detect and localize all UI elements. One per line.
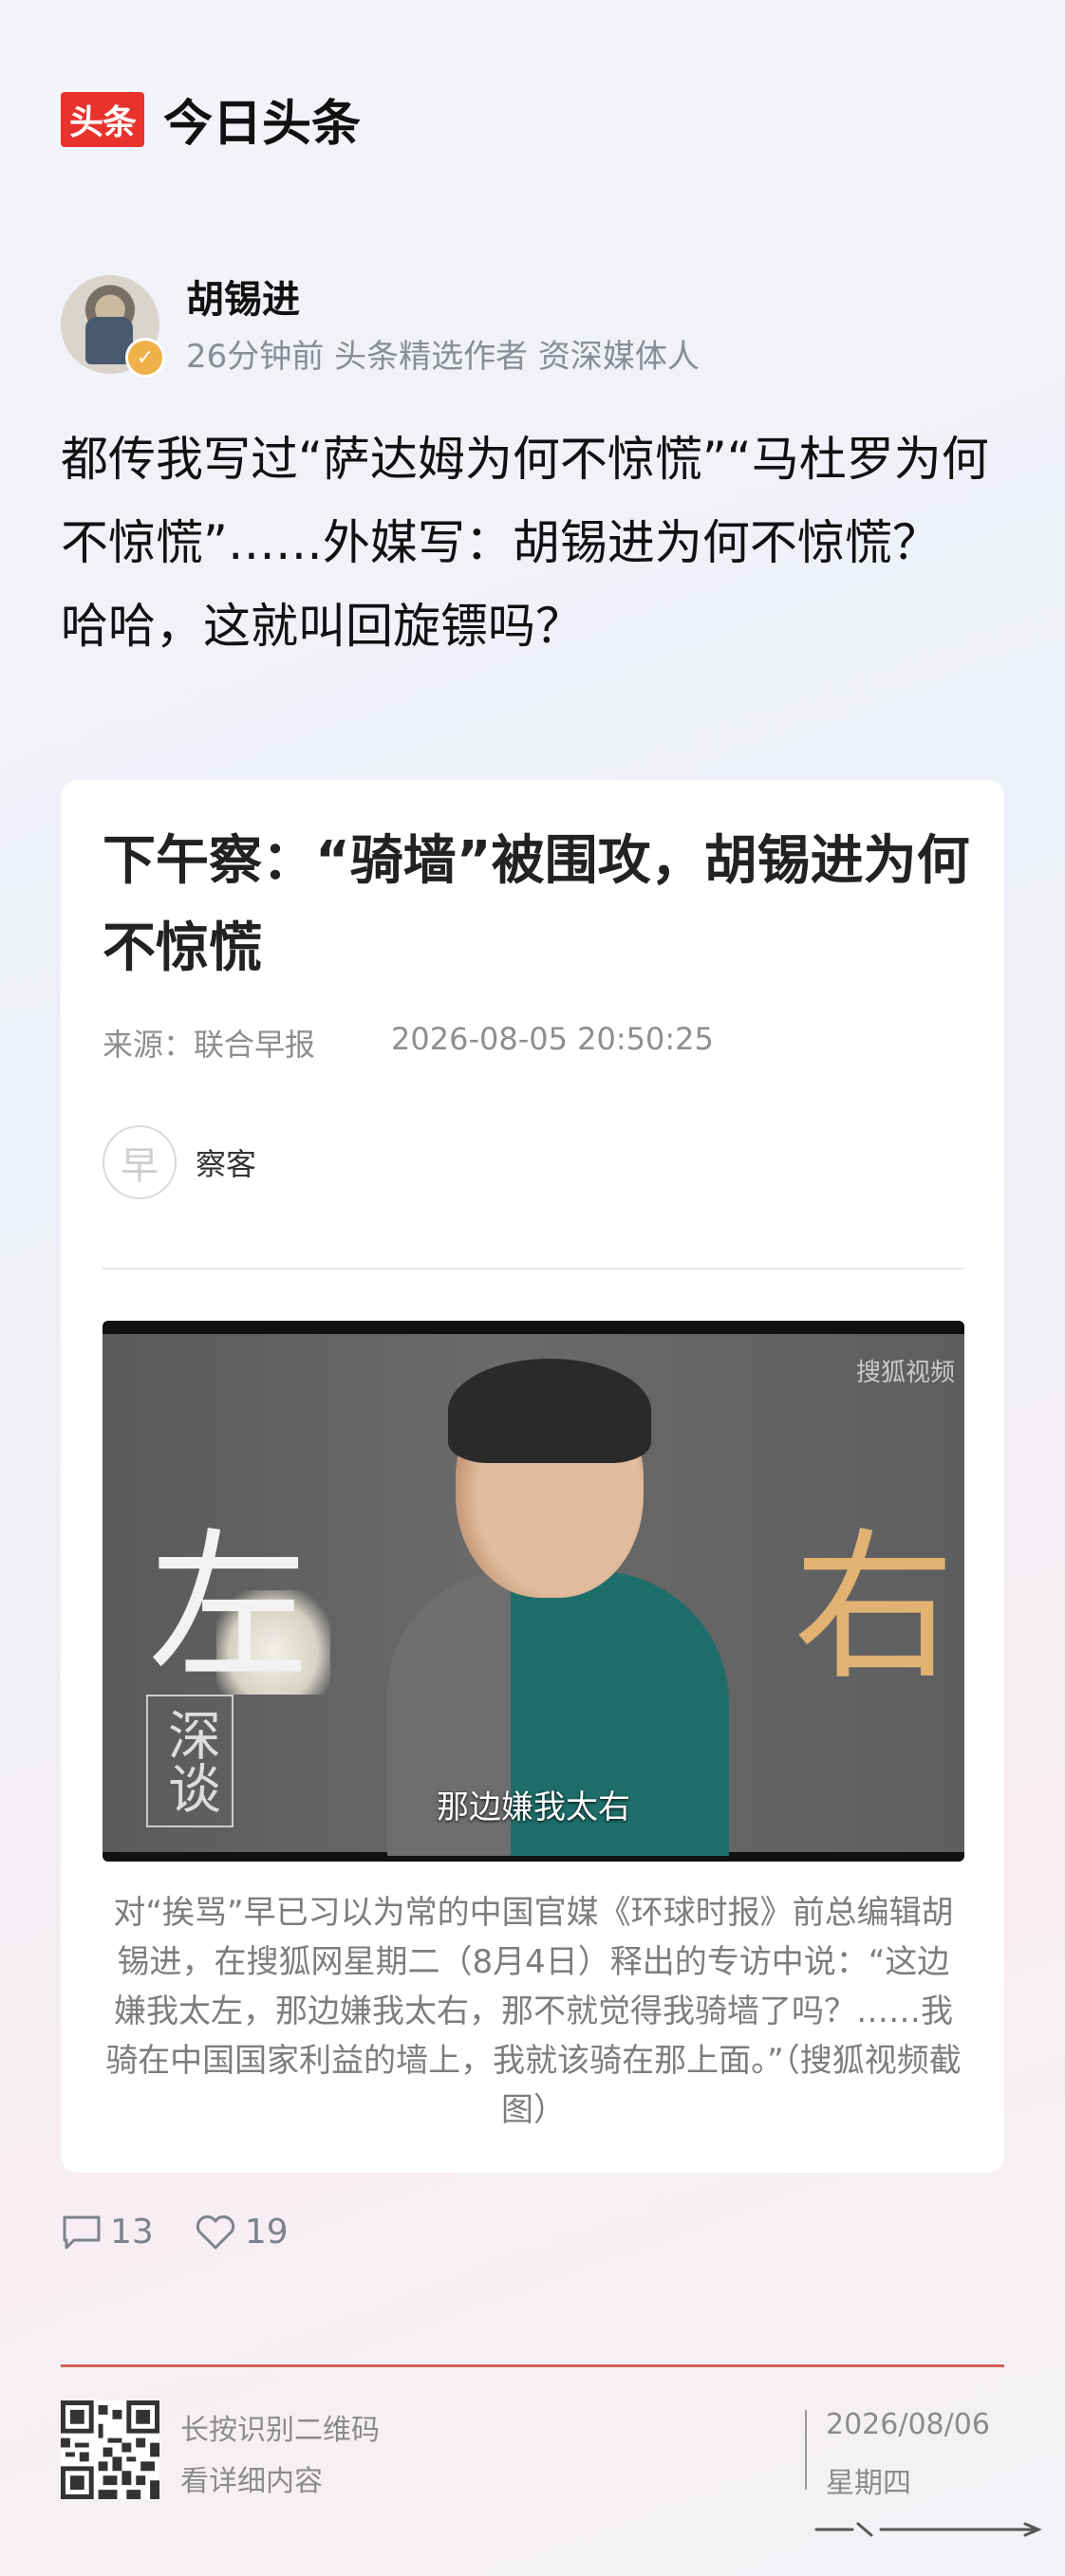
post-paragraph-1: 都传我写过“萨达姆为何不惊慌”“马杜罗为何不惊慌”……外媒写：胡锡进为何不惊慌？	[61, 432, 989, 570]
signature-swoosh-icon	[814, 2522, 1042, 2537]
image-caption: 对“挨骂”早已习以为常的中国官媒《环球时报》前总编辑胡锡进，在搜狐网星期二（8月…	[105, 1894, 962, 2129]
video-subtitle: 那边嫌我太右	[437, 1788, 630, 1826]
author-meta: 26分钟前 头条精选作者 资深媒体人	[186, 338, 700, 376]
article-author-name: 察客	[196, 1146, 257, 1182]
footer-divider	[61, 2364, 1004, 2367]
person-hair	[448, 1359, 651, 1463]
article-title: 下午察：“骑墙”被围攻，胡锡进为何不惊慌	[103, 830, 970, 979]
post-stats: 13 19	[61, 2213, 328, 2252]
heart-icon	[196, 2215, 234, 2249]
footer-vertical-divider	[805, 2410, 807, 2490]
video-screenshot: 深谈 搜狐视频 左 右 那边嫌我太右	[103, 1321, 964, 1862]
char-right: 右	[793, 1514, 955, 1702]
post-text: 都传我写过“萨达姆为何不惊慌”“马杜罗为何不惊慌”……外媒写：胡锡进为何不惊慌？…	[61, 417, 1010, 668]
verified-badge-icon: ✓	[125, 338, 165, 378]
article-author: 早 察客	[103, 1125, 256, 1199]
like-stat[interactable]: 19	[194, 2213, 289, 2252]
char-left: 左	[148, 1514, 310, 1702]
author-name[interactable]: 胡锡进	[186, 275, 700, 324]
toutiao-logo: 头条	[61, 91, 144, 147]
qr-hint-line1: 长按识别二维码	[180, 2414, 380, 2447]
app-name: 今日头条	[163, 96, 362, 153]
qr-hint-line2: 看详细内容	[180, 2465, 323, 2498]
author-row[interactable]: ✓ 胡锡进 26分钟前 头条精选作者 资深媒体人	[61, 275, 700, 378]
sohu-watermark: 搜狐视频	[855, 1359, 955, 1387]
post-paragraph-2: 哈哈，这就叫回旋镖吗？	[61, 599, 583, 654]
app-header: 头条 今日头条	[61, 83, 361, 155]
article-time: 2026-08-05 20:50:25	[391, 1021, 714, 1057]
divider	[103, 1268, 964, 1269]
footer-date: 2026/08/06	[826, 2408, 990, 2441]
avatar[interactable]: ✓	[61, 275, 165, 378]
comment-icon	[63, 2215, 101, 2249]
qr-code-icon[interactable]	[61, 2400, 159, 2499]
zaobao-logo-icon: 早	[103, 1125, 177, 1199]
comment-count: 13	[110, 2213, 154, 2252]
article-card[interactable]: 下午察：“骑墙”被围攻，胡锡进为何不惊慌 来源：联合早报 2026-08-05 …	[61, 780, 1004, 2173]
comment-stat[interactable]: 13	[61, 2213, 154, 2252]
footer-weekday: 星期四	[826, 2467, 911, 2500]
like-count: 19	[244, 2213, 289, 2252]
article-source: 来源：联合早报	[103, 1027, 316, 1063]
